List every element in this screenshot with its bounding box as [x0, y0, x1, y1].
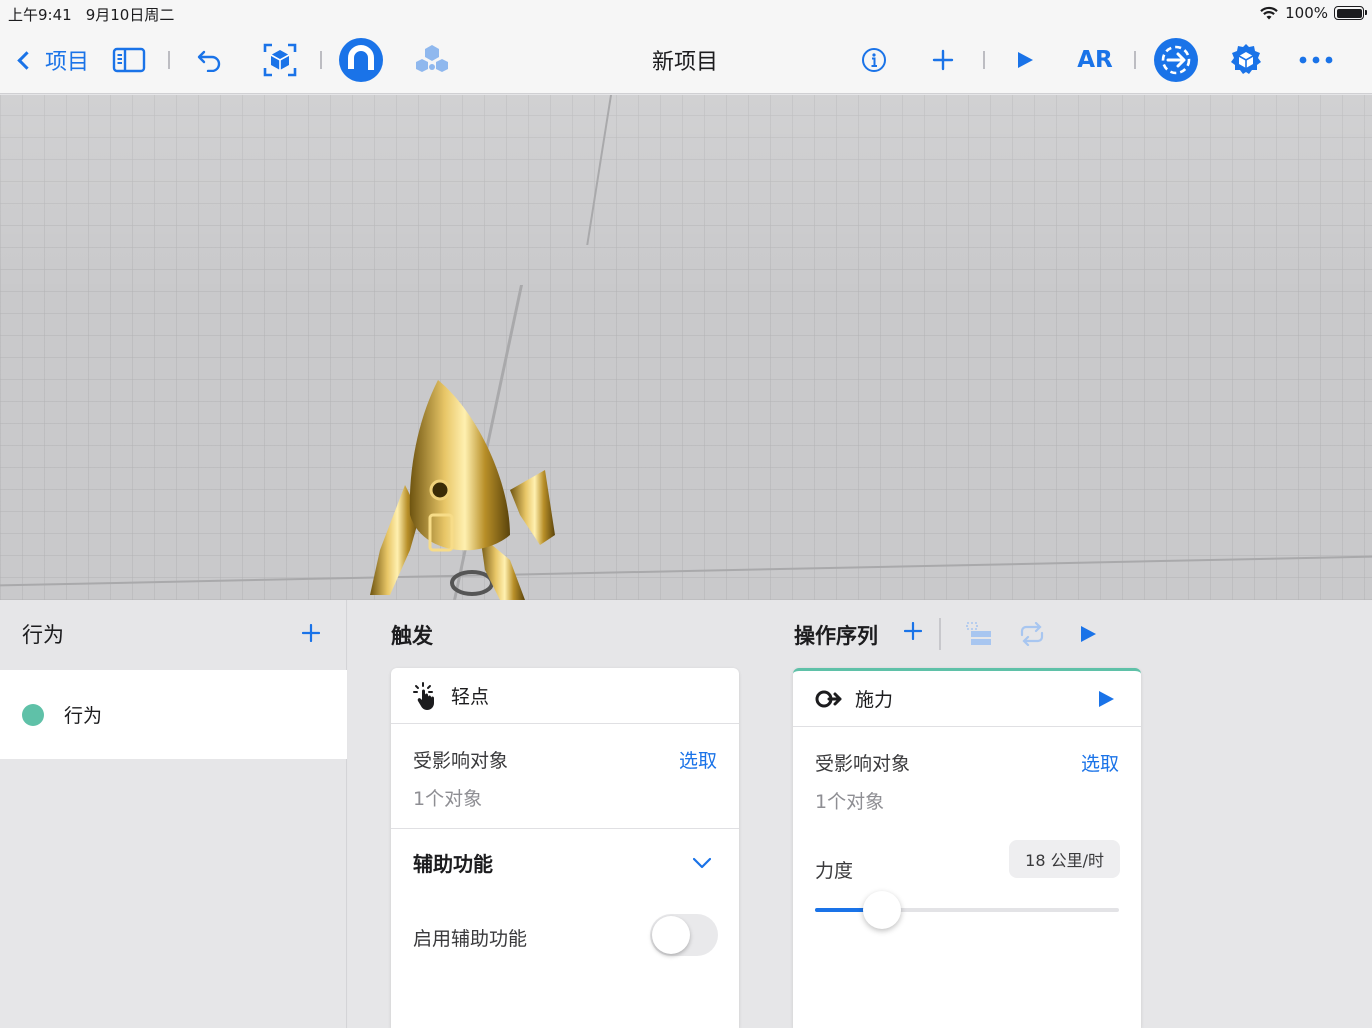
enable-accessibility-label: 启用辅助功能	[413, 928, 528, 950]
plus-icon	[932, 49, 954, 71]
loop-icon	[1020, 621, 1044, 647]
play-button[interactable]	[1010, 26, 1040, 94]
behavior-color-dot	[22, 703, 44, 726]
behavior-list-item[interactable]: 行为	[0, 670, 347, 759]
enable-accessibility-toggle[interactable]	[650, 914, 718, 956]
force-value-badge: 18 公里/时	[1009, 840, 1120, 878]
magnet-icon	[339, 38, 383, 82]
grid-axis-line	[586, 95, 612, 245]
wifi-icon	[1260, 6, 1278, 20]
behavior-item-label: 行为	[64, 705, 103, 727]
trigger-section-title: 触发	[391, 624, 433, 648]
ar-button[interactable]: AR	[1072, 26, 1118, 94]
select-objects-link[interactable]: 选取	[1081, 749, 1119, 776]
action-card-title: 施力	[855, 689, 894, 711]
undo-icon	[197, 50, 221, 72]
toolbar-divider	[320, 51, 322, 69]
play-action-button[interactable]	[1097, 689, 1115, 714]
back-button[interactable]: 项目	[14, 26, 89, 94]
behaviors-panel: 行为 行为	[0, 600, 347, 1028]
status-bar: 上午9:41 9月10日周二 100%	[0, 0, 1372, 26]
toolbar-divider	[983, 51, 985, 69]
back-label: 项目	[45, 50, 90, 75]
actions-toolbar-divider	[939, 618, 941, 650]
accessibility-section-title: 辅助功能	[413, 852, 493, 876]
accessibility-collapse-button[interactable]	[692, 854, 712, 873]
snap-magnet-button[interactable]	[338, 26, 384, 94]
chevron-left-icon	[17, 50, 36, 70]
actions-section-title: 操作序列	[794, 624, 878, 648]
affected-count: 1个对象	[413, 788, 483, 810]
physics-button[interactable]	[412, 26, 452, 94]
battery-icon	[1334, 6, 1367, 20]
more-button[interactable]	[1296, 26, 1336, 94]
trigger-card-title: 轻点	[451, 686, 490, 708]
sidebar-icon	[112, 47, 146, 73]
play-actions-button[interactable]	[1078, 624, 1098, 648]
status-time: 上午9:41	[8, 6, 72, 24]
plus-icon	[301, 623, 321, 643]
cube-frame-icon	[263, 43, 297, 77]
behaviors-icon	[1154, 38, 1198, 82]
info-button[interactable]	[858, 26, 890, 94]
properties-button[interactable]	[1226, 26, 1266, 94]
tap-gesture-icon	[413, 681, 434, 710]
affected-objects-label: 受影响对象	[815, 753, 911, 775]
toolbar: 项目 新项目 AR	[0, 26, 1372, 94]
sidebar-toggle-button[interactable]	[110, 26, 148, 94]
behaviors-button[interactable]	[1153, 26, 1199, 94]
add-action-button[interactable]	[903, 621, 923, 644]
trigger-card: 轻点 受影响对象 选取 1个对象 辅助功能 启用辅助功能	[391, 668, 739, 1028]
rocket-model[interactable]	[360, 375, 570, 600]
add-button[interactable]	[926, 26, 960, 94]
affected-count: 1个对象	[815, 791, 885, 813]
add-behavior-button[interactable]	[301, 619, 321, 649]
battery-percent: 100%	[1285, 4, 1328, 22]
cube-settings-icon	[1231, 44, 1261, 74]
grid-axis-line	[0, 555, 1372, 587]
play-icon	[1018, 52, 1033, 68]
force-icon	[815, 690, 842, 707]
behavior-editor: 触发 操作序列 轻点 受影响对象 选取 1个对象 辅助功能 启用辅助功能 施力 …	[348, 600, 1372, 1028]
undo-button[interactable]	[192, 26, 228, 94]
action-card-header[interactable]: 施力	[793, 671, 1141, 727]
select-objects-link[interactable]: 选取	[679, 746, 717, 773]
action-card: 施力 受影响对象 选取 1个对象 力度 18 公里/时	[793, 668, 1141, 1028]
toggle-knob	[652, 916, 690, 954]
group-actions-button[interactable]	[966, 622, 992, 650]
plus-icon	[903, 621, 923, 641]
trigger-card-header[interactable]: 轻点	[391, 668, 739, 724]
scene-viewport[interactable]	[0, 95, 1372, 600]
status-date: 9月10日周二	[85, 6, 175, 24]
behaviors-header: 行为	[0, 600, 346, 668]
toolbar-divider	[168, 51, 170, 69]
play-icon	[1099, 691, 1114, 707]
physics-cube-icon	[416, 45, 448, 72]
document-title: 新项目	[651, 50, 718, 75]
ellipsis-icon	[1299, 56, 1333, 64]
card-divider	[391, 828, 739, 829]
chevron-down-icon	[692, 857, 712, 869]
group-icon	[966, 622, 991, 645]
loop-button[interactable]	[1018, 621, 1046, 650]
force-slider-knob[interactable]	[862, 891, 901, 929]
force-label: 力度	[815, 860, 854, 882]
play-icon	[1081, 626, 1096, 642]
info-icon	[862, 48, 886, 72]
behaviors-title: 行为	[22, 623, 64, 647]
object-frame-button[interactable]	[260, 26, 300, 94]
affected-objects-label: 受影响对象	[413, 750, 509, 772]
toolbar-divider	[1134, 51, 1136, 69]
